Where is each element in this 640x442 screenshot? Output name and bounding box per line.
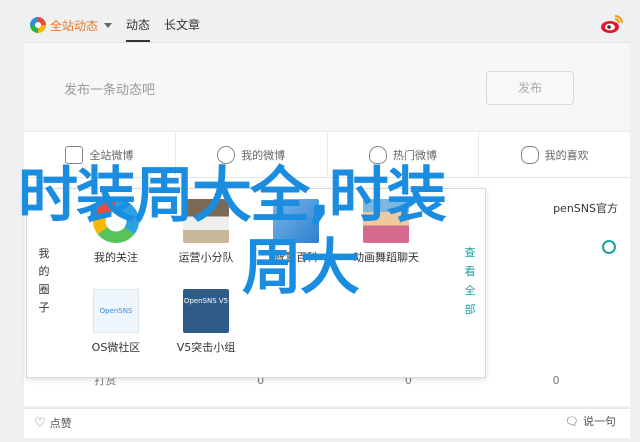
comment-button[interactable]: 🗨 说一句 — [565, 413, 616, 429]
footer-bar: ♡ 点赞 🗨 说一句 — [24, 408, 630, 438]
headline-line1: 时装周大全,时装 — [18, 161, 447, 231]
chevron-down-icon — [104, 22, 113, 28]
weibo-icon[interactable] — [600, 13, 624, 35]
tab-dynamic[interactable]: 动态 — [126, 8, 151, 42]
site-menu-label: 全站动态 — [50, 18, 99, 33]
circle-label: V5突击小组 — [176, 341, 236, 354]
site-logo-icon — [30, 17, 46, 33]
like-button[interactable]: ♡ 点赞 — [34, 415, 72, 431]
tab-articles[interactable]: 长文章 — [164, 8, 200, 42]
speech-icon: 🗨 — [565, 414, 579, 428]
comment-label: 说一句 — [583, 415, 616, 428]
heart-icon: ♡ — [34, 415, 46, 431]
post-button[interactable]: 发布 — [486, 71, 574, 105]
overlay-headline: 时装周大全,时装 周大 — [18, 160, 628, 304]
site-menu[interactable]: 全站动态 — [30, 10, 113, 40]
composer-input[interactable]: 发布一条动态吧 — [64, 79, 155, 98]
circle-label: OS微社区 — [91, 341, 141, 354]
headline-line2: 周大 — [242, 233, 360, 303]
top-nav: 全站动态 动态 长文章 — [22, 8, 632, 42]
like-label: 点赞 — [49, 417, 72, 430]
app-window: 全站动态 动态 长文章 发布一条动态吧 发布 全站微博 我的微博 热门微博 我的… — [0, 0, 640, 442]
composer: 发布一条动态吧 发布 — [24, 42, 630, 130]
repost-count[interactable]: 0 — [553, 374, 560, 387]
